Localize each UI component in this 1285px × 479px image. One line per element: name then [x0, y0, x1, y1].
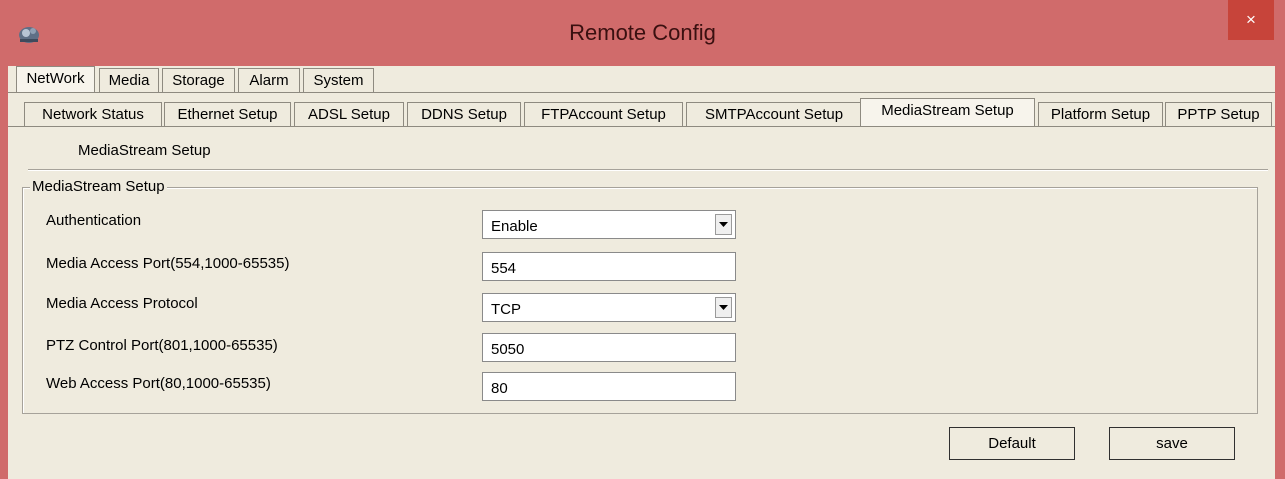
tab-media[interactable]: Media [99, 68, 159, 92]
web-access-port-input[interactable]: 80 [482, 372, 736, 401]
tab-label: FTPAccount Setup [541, 106, 666, 123]
input-value: 80 [491, 380, 508, 397]
group-legend: MediaStream Setup [30, 178, 167, 195]
save-button[interactable]: save [1109, 427, 1235, 460]
tab-network[interactable]: NetWork [16, 66, 95, 92]
client-area: NetWork Media Storage Alarm System Netwo… [8, 66, 1275, 479]
section-title: MediaStream Setup [78, 142, 211, 159]
selected-value: Enable [491, 218, 538, 235]
sub-tab-border [8, 126, 1275, 127]
ptz-control-port-label: PTZ Control Port(801,1000-65535) [46, 337, 278, 354]
divider [28, 169, 1268, 171]
dropdown-arrow-button[interactable] [715, 297, 732, 318]
tab-label: SMTPAccount Setup [704, 106, 844, 123]
tab-label: Ethernet Setup [177, 106, 278, 123]
tab-alarm[interactable]: Alarm [238, 68, 300, 92]
dropdown-arrow-button[interactable] [715, 214, 732, 235]
authentication-select[interactable]: Enable [482, 210, 736, 239]
tab-ftpaccount-setup[interactable]: FTPAccount Setup [524, 102, 683, 126]
tab-platform-setup[interactable]: Platform Setup [1038, 102, 1163, 126]
tab-network-status[interactable]: Network Status [24, 102, 162, 126]
web-access-port-label: Web Access Port(80,1000-65535) [46, 375, 271, 392]
chevron-down-icon [719, 305, 728, 310]
title-bar[interactable]: Remote Config × [0, 0, 1285, 66]
tab-label: DDNS Setup [421, 106, 507, 123]
tab-label: MediaStream Setup [881, 102, 1014, 119]
tab-label: ADSL Setup [308, 106, 390, 123]
media-access-protocol-select[interactable]: TCP [482, 293, 736, 322]
default-button[interactable]: Default [949, 427, 1075, 460]
tab-storage[interactable]: Storage [162, 68, 235, 92]
authentication-label: Authentication [46, 212, 142, 229]
tab-label: PPTP Setup [1177, 106, 1260, 123]
tab-label: Storage [172, 72, 225, 89]
tab-mediastream-setup[interactable]: MediaStream Setup [860, 98, 1035, 127]
media-access-port-input[interactable]: 554 [482, 252, 736, 281]
tab-label: Media [108, 72, 150, 89]
tab-ddns-setup[interactable]: DDNS Setup [407, 102, 521, 126]
ptz-control-port-input[interactable]: 5050 [482, 333, 736, 362]
tab-system[interactable]: System [303, 68, 374, 92]
remote-config-window: Remote Config × NetWork Media Storage Al… [0, 0, 1285, 479]
tab-adsl-setup[interactable]: ADSL Setup [294, 102, 404, 126]
tab-label: Alarm [249, 72, 289, 89]
tab-smtpaccount-setup[interactable]: SMTPAccount Setup [686, 102, 862, 126]
media-access-port-label: Media Access Port(554,1000-65535) [46, 255, 290, 272]
input-value: 554 [491, 260, 517, 277]
tab-ethernet-setup[interactable]: Ethernet Setup [164, 102, 291, 126]
tab-pptp-setup[interactable]: PPTP Setup [1165, 102, 1272, 126]
tab-label: Network Status [42, 106, 144, 123]
chevron-down-icon [719, 222, 728, 227]
main-tab-border [8, 92, 1275, 93]
media-access-protocol-label: Media Access Protocol [46, 295, 198, 312]
close-button[interactable]: × [1228, 0, 1274, 40]
input-value: 5050 [491, 341, 525, 358]
window-title: Remote Config [569, 20, 716, 45]
tab-label: Platform Setup [1050, 106, 1151, 123]
tab-label: NetWork [26, 70, 85, 87]
selected-value: TCP [491, 301, 521, 318]
tab-label: System [313, 72, 364, 89]
